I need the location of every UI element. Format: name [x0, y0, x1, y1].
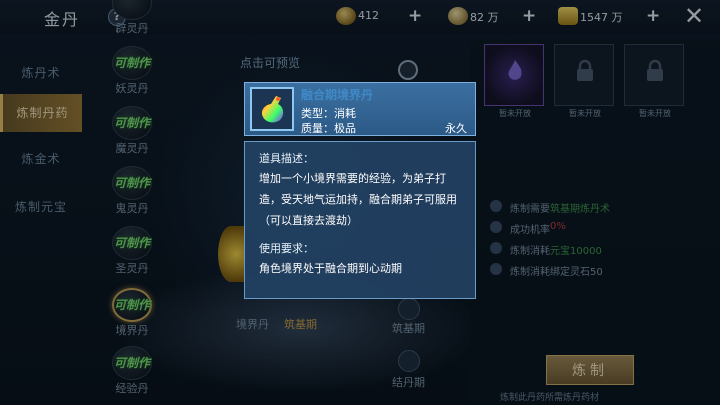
- tooltip-header: 融合期境界丹 类型：消耗 质量：极品 永久: [244, 82, 476, 136]
- item-icon-frame: [250, 87, 294, 131]
- item-type: 类型：消耗: [301, 107, 356, 120]
- item-duration: 永久: [445, 122, 467, 135]
- description-title: 道具描述：: [259, 152, 314, 165]
- tooltip-body: 道具描述： 增加一个小境界需要的经验，为弟子打造，受天地气运加持，融合期弟子可服…: [244, 141, 476, 299]
- requirement-text: 角色境界处于融合期到心动期: [259, 262, 402, 275]
- item-quality: 质量：极品: [301, 122, 356, 135]
- description-text: 增加一个小境界需要的经验，为弟子打造，受天地气运加持，融合期弟子可服用（可以直接…: [259, 172, 457, 227]
- potion-icon: [261, 96, 284, 123]
- requirement-title: 使用要求：: [259, 242, 314, 255]
- item-name: 融合期境界丹: [301, 88, 374, 102]
